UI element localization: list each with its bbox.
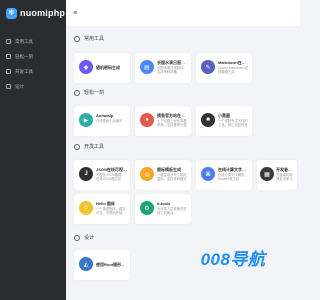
tool-card[interactable]: ⚙ it-tools 为开发人员准备的在线工具集合 <box>135 194 191 224</box>
sidebar-item-relax[interactable]: 轻松一刻 <box>0 49 66 64</box>
tool-icon: ● <box>140 113 154 127</box>
tool-title: 随机密码生成 <box>96 65 120 70</box>
section-icon <box>74 35 80 42</box>
section-header: 常用工具 <box>74 35 104 42</box>
tool-desc: 一个免费图床，稳定可靠，不限制外链 <box>96 207 126 216</box>
folder-icon <box>6 84 11 89</box>
folder-icon <box>6 69 11 74</box>
section-header: 开发工具 <box>74 143 104 150</box>
tool-icon: J <box>79 167 93 181</box>
tool-icon: ▤ <box>140 60 154 74</box>
section-title: 开发工具 <box>84 144 105 150</box>
tool-title: Anbutalp <box>96 113 114 118</box>
tool-icon: ⌘ <box>201 167 215 181</box>
tool-desc: 在线计算文字解码，Base64等工具 <box>218 173 248 182</box>
tool-glyph: ▤ <box>144 64 150 71</box>
tool-glyph: ▦ <box>264 171 270 178</box>
tool-desc: 长图水滴日报制作，支持多种风格 <box>157 66 187 75</box>
section-icon <box>74 89 80 96</box>
tool-glyph: ◎ <box>144 171 150 178</box>
tool-icon: ◭ <box>79 257 93 271</box>
tool-desc: Cherry Markdown 在线编辑工具 <box>218 66 249 75</box>
watermark-logo: 008导航 <box>200 249 266 269</box>
tool-glyph: ▶ <box>83 117 89 124</box>
tool-icon: ▶ <box>79 113 93 127</box>
main-content: 常用工具 ◆ 随机密码生成 ▤ 长图水滴日报制作 长图水滴日报制作，支持多种风格… <box>66 26 300 300</box>
sidebar-item-common-tools[interactable]: 常用工具 <box>0 34 66 49</box>
tool-desc: 在线视频小品娱乐 <box>96 119 123 123</box>
tool-desc: 一个强制专注写作的工具，禁止返回改写 <box>218 119 248 128</box>
tool-glyph: ◭ <box>83 261 89 268</box>
tool-card[interactable]: ⌘ 在线计算文字解码方法 在线计算文字解码，Base64等工具 <box>196 160 252 190</box>
tool-card[interactable]: J JSON在线可视化工具 可视化JSON编辑、在线JSON格式化 <box>74 160 130 190</box>
tool-card[interactable]: ■ 小黑屋 一个强制专注写作的工具，禁止返回改写 <box>196 106 252 136</box>
sidebar-item-dev-tools[interactable]: 开发工具 <box>0 64 66 79</box>
tool-card[interactable]: ▤ 长图水滴日报制作 长图水滴日报制作，支持多种风格 <box>135 53 191 83</box>
section-title: 设计 <box>84 235 95 241</box>
tool-glyph: ⚙ <box>144 205 150 212</box>
tool-desc: 可视化JSON编辑、在线JSON格式化 <box>96 173 125 182</box>
tool-desc: 一键生成多尺寸网站图标，支持多种格式 <box>157 173 187 182</box>
tool-glyph: ● <box>145 117 149 123</box>
logo-text: nuomiphp <box>20 8 66 18</box>
tool-glyph: J <box>84 171 88 177</box>
section-title: 轻松一刻 <box>84 90 105 96</box>
tool-glyph: ■ <box>206 117 210 123</box>
section-header: 轻松一刻 <box>74 89 104 96</box>
tool-icon: ◎ <box>140 167 154 181</box>
section-header: 设计 <box>74 234 94 241</box>
tool-icon: ▦ <box>260 167 274 181</box>
tool-desc: 为开发人员准备的在线工具集合 <box>157 207 187 216</box>
logo-icon: ❄ <box>6 7 17 19</box>
folder-icon <box>6 54 11 59</box>
tool-card[interactable]: ▦ 开发者速查 开发者常用速查手册 汇总 <box>257 160 297 190</box>
tool-card[interactable]: ▶ Anbutalp 在线视频小品娱乐 <box>74 106 130 136</box>
sidebar-nav: 常用工具 轻松一刻 开发工具 设计 <box>0 34 66 94</box>
tool-desc: 开发者常用速查手册 汇总 <box>276 173 294 182</box>
tool-desc: 上下班路上轻松观看资源，支持推荐分类 <box>157 119 187 128</box>
tool-glyph: ◆ <box>83 64 89 71</box>
sidebar-item-design[interactable]: 设计 <box>0 79 66 94</box>
tool-glyph: ☺ <box>82 205 90 211</box>
tool-icon: ✎ <box>201 60 215 74</box>
tool-title: 使用Root图形自动图形 <box>96 262 127 267</box>
tool-icon: ☺ <box>79 201 93 215</box>
menu-icon[interactable]: ≡ <box>73 10 77 17</box>
section-icon <box>74 143 80 150</box>
sidebar-item-label: 设计 <box>15 83 24 89</box>
tool-title: it-tools <box>157 201 171 206</box>
tool-card[interactable]: ◎ 图标模板生成 一键生成多尺寸网站图标，支持多种格式 <box>135 160 191 190</box>
tool-glyph: ⌘ <box>205 171 211 178</box>
top-bar: ≡ <box>66 0 300 26</box>
tool-icon: ◆ <box>79 60 93 74</box>
sidebar-item-label: 轻松一刻 <box>15 53 33 59</box>
section-title: 常用工具 <box>84 36 105 42</box>
tool-card[interactable]: ◆ 随机密码生成 <box>74 53 130 83</box>
app-logo[interactable]: ❄ nuomiphp <box>0 0 66 26</box>
sidebar: ❄ nuomiphp 常用工具 轻松一刻 开发工具 设计 <box>0 0 66 300</box>
tool-icon: ⚙ <box>140 201 154 215</box>
tool-glyph: ✎ <box>205 64 211 71</box>
sidebar-item-label: 开发工具 <box>15 68 33 74</box>
tool-icon: ■ <box>201 113 215 127</box>
tool-card[interactable]: ● 摸鱼官方站在线观看云览 上下班路上轻松观看资源，支持推荐分类 <box>135 106 191 136</box>
sidebar-item-label: 常用工具 <box>15 38 33 44</box>
tool-card[interactable]: ✎ Markdown在线编辑器 Cherry Markdown 在线编辑工具 <box>196 53 252 83</box>
section-icon <box>74 234 80 241</box>
tool-card[interactable]: ◭ 使用Root图形自动图形 <box>74 250 130 280</box>
tool-card[interactable]: ☺ Hello 图床 一个免费图床，稳定可靠，不限制外链 <box>74 194 130 224</box>
folder-icon <box>6 39 11 44</box>
